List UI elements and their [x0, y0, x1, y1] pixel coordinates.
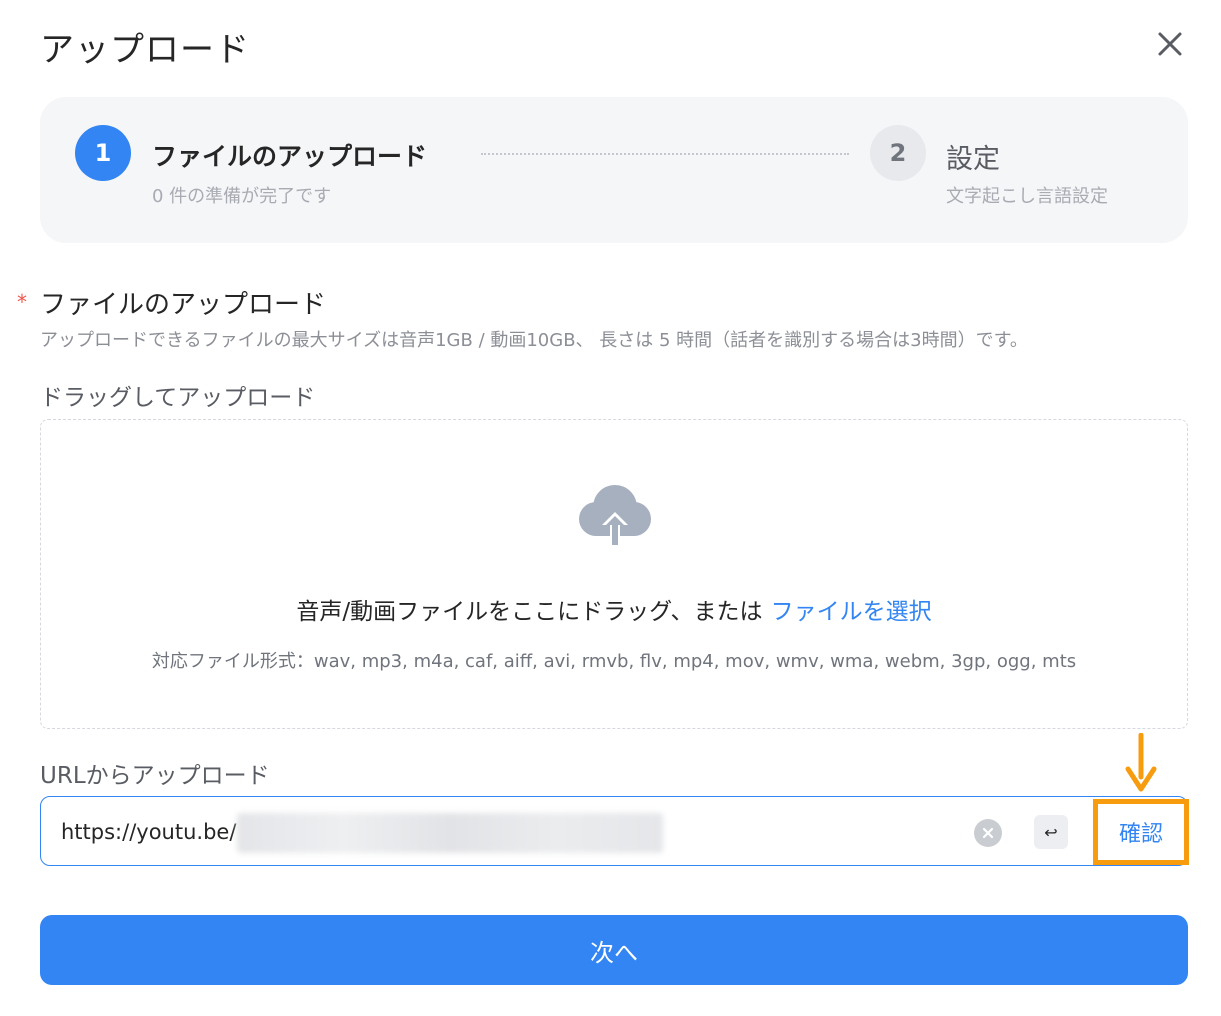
- url-upload-label: URLからアップロード: [40, 763, 270, 789]
- arrow-down-icon: [1125, 733, 1157, 792]
- steps-panel: 1 ファイルのアップロード 0 件の準備が完了です 2 設定 文字起こし言語設定: [40, 97, 1188, 243]
- drop-text: 音声/動画ファイルをここにドラッグ、または: [296, 599, 763, 625]
- step-2-number: 2: [870, 125, 926, 181]
- required-mark: *: [17, 290, 27, 314]
- url-redacted-area: [237, 813, 663, 853]
- close-icon: [1158, 32, 1182, 56]
- select-file-link[interactable]: ファイルを選択: [771, 599, 932, 625]
- enter-button[interactable]: ↩: [1034, 815, 1068, 849]
- step-2-subtitle: 文字起こし言語設定: [946, 186, 1108, 207]
- drag-upload-label: ドラッグしてアップロード: [40, 385, 316, 411]
- step-connector: [481, 153, 849, 155]
- close-button[interactable]: [1152, 26, 1188, 62]
- confirm-button[interactable]: 確認: [1093, 799, 1189, 865]
- upload-dialog: アップロード 1 ファイルのアップロード 0 件の準備が完了です 2 設定 文字…: [0, 0, 1221, 1016]
- step-1-subtitle: 0 件の準備が完了です: [152, 186, 332, 207]
- clear-url-button[interactable]: [974, 819, 1002, 847]
- file-dropzone[interactable]: 音声/動画ファイルをここにドラッグ、または ファイルを選択 対応ファイル形式：wa…: [40, 419, 1188, 729]
- url-input[interactable]: [61, 815, 241, 849]
- step-1-title: ファイルのアップロード: [152, 142, 428, 171]
- next-button[interactable]: 次へ: [40, 915, 1188, 985]
- url-input-box: ↩ 確認: [40, 796, 1189, 866]
- clear-circle-icon: [982, 827, 994, 839]
- supported-formats: 対応ファイル形式：wav, mp3, m4a, caf, aiff, avi, …: [151, 651, 1077, 672]
- dialog-title: アップロード: [40, 30, 250, 70]
- drop-instructions: 音声/動画ファイルをここにドラッグ、または ファイルを選択: [41, 592, 1187, 626]
- enter-icon: ↩: [1044, 822, 1058, 842]
- upload-section-title: ファイルのアップロード: [40, 290, 327, 320]
- step-1-number: 1: [75, 125, 131, 181]
- upload-limits-description: アップロードできるファイルの最大サイズは音声1GB / 動画10GB、 長さは …: [40, 330, 1028, 351]
- step-2-title: 設定: [946, 144, 1000, 175]
- cloud-upload-icon: [579, 485, 651, 547]
